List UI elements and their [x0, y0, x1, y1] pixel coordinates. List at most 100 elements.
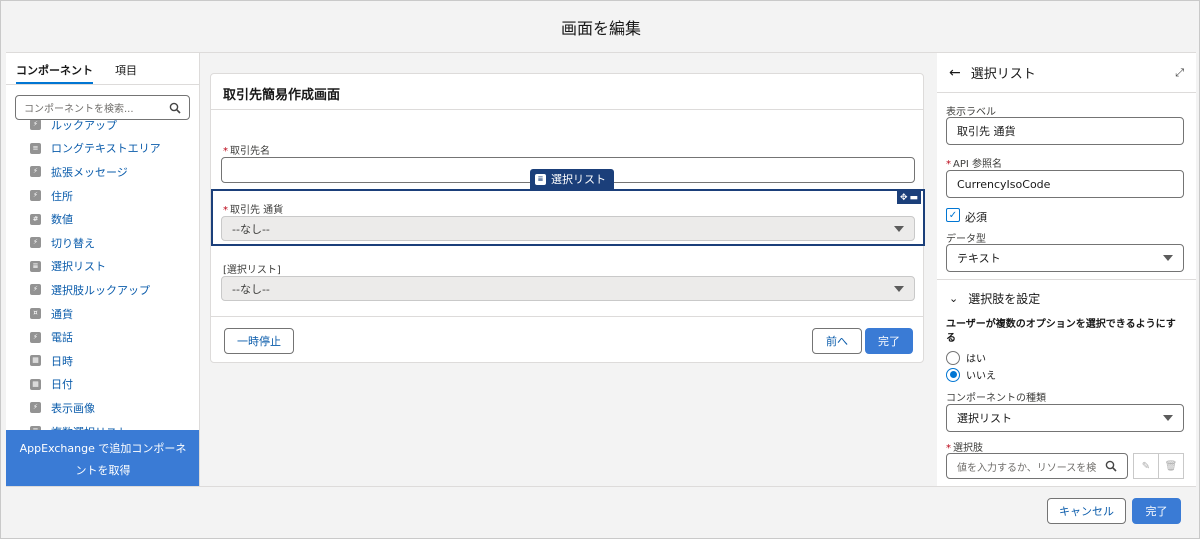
delete-icon[interactable]: ▬: [910, 193, 919, 203]
component-label: 拡張メッセージ: [51, 165, 128, 179]
field-label: 取引先名: [230, 146, 270, 157]
radio-button[interactable]: [946, 367, 960, 382]
currency-select[interactable]: --なし--: [221, 216, 915, 241]
choices-section-header[interactable]: ⌄ 選択肢を設定: [937, 279, 1196, 317]
radio-no[interactable]: いいえ: [946, 367, 996, 382]
tab-fields[interactable]: 項目: [115, 53, 137, 84]
component-item-toggle[interactable]: ⚡ 切り替え: [6, 231, 199, 255]
component-list: ⚡ ルックアップ ≡ ロングテキストエリア ⚡ 拡張メッセージ ⚡ 住所 # 数値 ⚡ 切り…: [6, 113, 199, 443]
pencil-icon: ✎: [1141, 460, 1151, 472]
edit-choice-button[interactable]: ✎: [1133, 453, 1159, 479]
calendar-icon: ▦: [30, 355, 41, 367]
done-button[interactable]: 完了: [1132, 498, 1181, 524]
screen-footer-divider: [211, 316, 923, 317]
component-label: 日時: [51, 354, 73, 368]
select-value: --なし--: [232, 282, 270, 296]
section-title: 選択肢を設定: [968, 292, 1041, 306]
component-type-label: コンポーネントの種類: [946, 393, 1046, 404]
component-item-long-text-area[interactable]: ≡ ロングテキストエリア: [6, 137, 199, 161]
pill-label: 選択リスト: [551, 173, 606, 186]
component-item-number[interactable]: # 数値: [6, 207, 199, 231]
select-value: テキスト: [957, 252, 1001, 265]
properties-panel: ← 選択リスト ⤢ 表示ラベル 取引先 通貨 * API 参照名 Currency…: [937, 53, 1196, 486]
component-label: 通貨: [51, 307, 73, 321]
component-item-datetime[interactable]: ▦ 日時: [6, 349, 199, 373]
move-icon[interactable]: ✥: [900, 193, 908, 203]
required-marker: *: [223, 146, 228, 157]
component-item-currency[interactable]: ¤ 通貨: [6, 302, 199, 326]
component-label: 選択リスト: [51, 260, 106, 274]
finish-button[interactable]: 完了: [865, 328, 913, 354]
chevron-down-icon: ⌄: [949, 292, 959, 305]
chevron-down-icon: [1163, 415, 1173, 421]
picklist-select[interactable]: --なし--: [221, 276, 915, 301]
cancel-button[interactable]: キャンセル: [1047, 498, 1126, 524]
input-placeholder: 値を入力するか、リソースを検: [957, 462, 1097, 474]
number-icon: #: [30, 213, 41, 225]
component-item-choice-lookup[interactable]: ⚡ 選択肢ルックアップ: [6, 278, 199, 302]
back-arrow-icon[interactable]: ←: [949, 65, 961, 81]
component-item-picklist[interactable]: ≣ 選択リスト: [6, 255, 199, 279]
chevron-down-icon: [894, 285, 904, 292]
previous-button[interactable]: 前へ: [812, 328, 862, 354]
data-type-select[interactable]: テキスト: [946, 244, 1184, 272]
selected-component-pill[interactable]: ≣ 選択リスト: [530, 169, 614, 189]
search-placeholder: コンポーネントを検索...: [24, 104, 134, 115]
modal-header: 画面を編集: [6, 1, 1196, 53]
search-icon: [1105, 460, 1117, 472]
text-area-icon: ≡: [30, 142, 41, 154]
required-marker: *: [223, 205, 228, 216]
component-item-address[interactable]: ⚡ 住所: [6, 184, 199, 208]
picklist-field-label: [選択リスト]: [223, 265, 281, 276]
page-title: 画面を編集: [560, 18, 641, 38]
component-label: 住所: [51, 189, 73, 203]
component-label: 切り替え: [51, 236, 95, 250]
input-value: CurrencyIsoCode: [957, 177, 1051, 191]
currency-field-label: * 取引先 通貨: [223, 201, 283, 216]
component-label: 選択肢ルックアップ: [51, 283, 150, 297]
appexchange-button[interactable]: AppExchange で追加コンポーネントを取得: [6, 430, 199, 486]
account-name-label: * 取引先名: [223, 142, 270, 157]
radio-button[interactable]: [946, 350, 960, 365]
expand-icon[interactable]: ⤢: [1175, 66, 1184, 80]
component-item-rich-message[interactable]: ⚡ 拡張メッセージ: [6, 160, 199, 184]
bolt-icon: ⚡: [30, 190, 41, 202]
component-label: 電話: [51, 331, 73, 345]
delete-choice-button[interactable]: 🗑: [1158, 453, 1184, 479]
choices-label: * 選択肢: [946, 439, 983, 454]
radio-label: いいえ: [966, 371, 996, 382]
bolt-icon: ⚡: [30, 331, 41, 343]
screen-preview: 取引先簡易作成画面 * 取引先名 ≣ 選択リスト ✥ ▬ * 取引先 通貨 --なし--…: [210, 73, 925, 363]
component-label: ロングテキストエリア: [51, 142, 161, 156]
modal: 画面を編集 コンポーネント 項目 ⚡ ルックアップ ≡ ロングテキストエリア ⚡ 拡張…: [0, 0, 1200, 539]
component-item-display-image[interactable]: ⚡ 表示画像: [6, 396, 199, 420]
field-label: API 参照名: [953, 159, 1002, 170]
component-item-phone[interactable]: ⚡ 電話: [6, 325, 199, 349]
screen-title: 取引先簡易作成画面: [211, 74, 923, 110]
bolt-icon: ⚡: [30, 402, 41, 414]
modal-footer: キャンセル 完了: [6, 486, 1196, 534]
component-palette: コンポーネント 項目 ⚡ ルックアップ ≡ ロングテキストエリア ⚡ 拡張メッセージ …: [6, 53, 200, 486]
pause-button[interactable]: 一時停止: [224, 328, 294, 354]
chevron-down-icon: [894, 225, 904, 232]
component-search-input[interactable]: コンポーネントを検索...: [15, 95, 190, 120]
display-label-label: 表示ラベル: [946, 107, 996, 118]
api-name-label: * API 参照名: [946, 155, 1002, 170]
choices-input[interactable]: 値を入力するか、リソースを検: [946, 453, 1128, 479]
multi-select-question: ユーザーが複数のオプションを選択できるようにする: [946, 319, 1176, 344]
currency-icon: ¤: [30, 308, 41, 320]
list-icon: ≣: [535, 173, 546, 185]
select-value: 選択リスト: [957, 412, 1012, 425]
radio-yes[interactable]: はい: [946, 350, 986, 365]
api-name-input[interactable]: CurrencyIsoCode: [946, 170, 1184, 198]
component-type-select[interactable]: 選択リスト: [946, 404, 1184, 432]
calendar-icon: ▦: [30, 378, 41, 390]
component-tools[interactable]: ✥ ▬: [897, 191, 921, 204]
display-label-input[interactable]: 取引先 通貨: [946, 117, 1184, 145]
bolt-icon: ⚡: [30, 166, 41, 178]
tab-components[interactable]: コンポーネント: [16, 53, 93, 84]
required-checkbox[interactable]: ✓: [946, 208, 960, 222]
required-checkbox-label: 必須: [965, 211, 987, 224]
search-icon: [169, 102, 181, 114]
component-item-date[interactable]: ▦ 日付: [6, 373, 199, 397]
